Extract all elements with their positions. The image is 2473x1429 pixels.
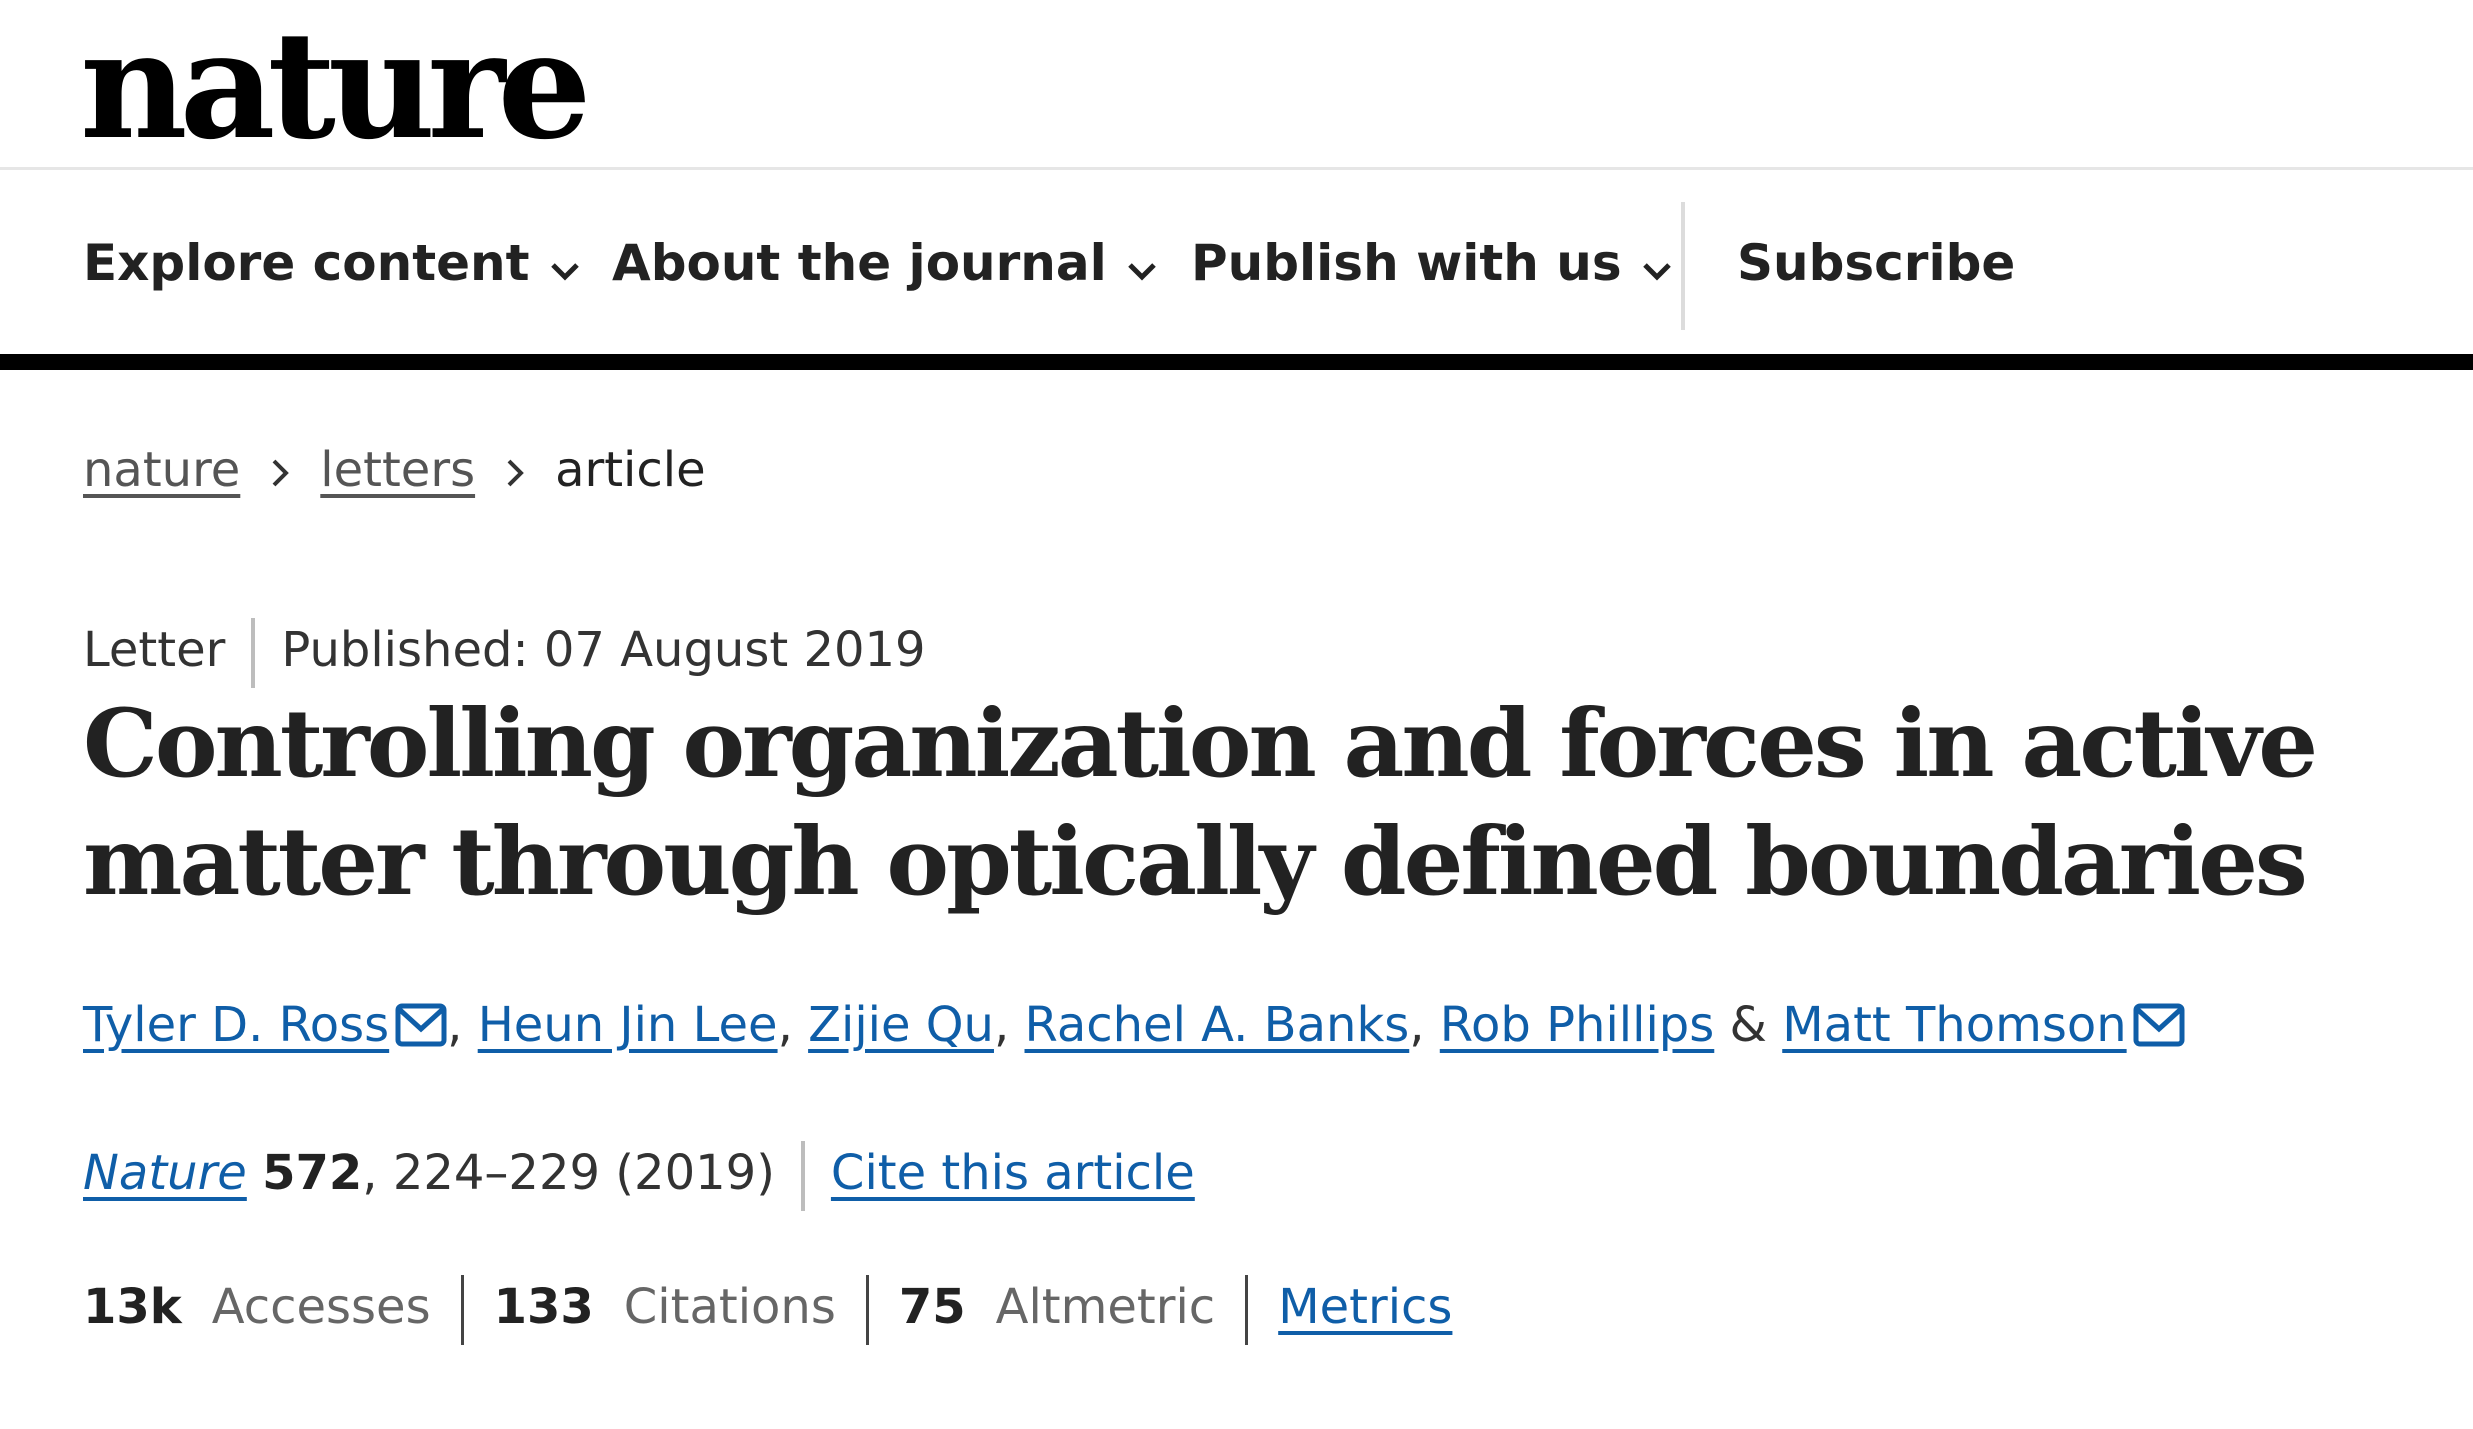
nature-logo[interactable]: nature (80, 0, 592, 170)
divider (251, 618, 256, 688)
accesses-count: 13k (83, 1279, 182, 1335)
separator: , (447, 997, 463, 1053)
nav-publish-with-us-label: Publish with us (1191, 234, 1622, 292)
breadcrumb-current: article (555, 442, 706, 498)
nav-publish-with-us[interactable]: Publish with us (1191, 172, 1672, 354)
breadcrumb: nature letters article (83, 430, 706, 510)
divider (865, 1275, 869, 1345)
nav-explore-content[interactable]: Explore content (83, 172, 580, 354)
citation-line: Nature 572, 224–229 (2019) Cite this arti… (83, 1133, 1195, 1213)
separator: , (1409, 997, 1425, 1053)
divider (800, 1141, 805, 1211)
nav-explore-content-label: Explore content (83, 234, 530, 292)
author-link[interactable]: Zijie Qu (808, 997, 994, 1053)
citations-count: 133 (493, 1279, 594, 1335)
nav-subscribe[interactable]: Subscribe (1737, 172, 2015, 354)
separator-ampersand: & (1729, 997, 1767, 1053)
breadcrumb-nature[interactable]: nature (83, 442, 240, 498)
article-title: Controlling organization and forces in a… (83, 689, 2318, 917)
main-nav: Explore content About the journal Publis… (0, 172, 2473, 370)
divider (1245, 1275, 1249, 1345)
journal-link[interactable]: Nature (83, 1145, 247, 1201)
author-link[interactable]: Rachel A. Banks (1025, 997, 1410, 1053)
citations-label: Citations (623, 1279, 836, 1335)
site-header: nature (0, 0, 2473, 170)
publish-date: Published: 07 August 2019 (281, 622, 926, 678)
chevron-down-icon (550, 173, 580, 355)
nav-divider (1681, 202, 1685, 330)
article-meta: Letter Published: 07 August 2019 (83, 610, 926, 690)
author-link[interactable]: Matt Thomson (1782, 997, 2126, 1053)
altmetric-label: Altmetric (995, 1279, 1216, 1335)
author-link[interactable]: Heun Jin Lee (478, 997, 778, 1053)
separator: , (993, 997, 1010, 1053)
separator: , (777, 997, 793, 1053)
divider (460, 1275, 464, 1345)
author-link[interactable]: Rob Phillips (1440, 997, 1714, 1053)
nav-about-journal-label: About the journal (612, 234, 1107, 292)
metrics-link[interactable]: Metrics (1278, 1279, 1452, 1335)
article-type: Letter (83, 622, 226, 678)
accesses-label: Accesses (211, 1279, 431, 1335)
author-link[interactable]: Tyler D. Ross (83, 997, 389, 1053)
metrics-bar: 13k Accesses 133 Citations 75 Altmetric Metric… (83, 1267, 1452, 1347)
author-list: Tyler D. Ross, Heun Jin Lee, Zijie Qu, R… (83, 985, 2185, 1065)
breadcrumb-letters[interactable]: letters (320, 442, 475, 498)
volume: 572 (262, 1145, 363, 1201)
chevron-right-icon (505, 433, 525, 513)
chevron-down-icon (1127, 173, 1157, 355)
chevron-down-icon (1642, 173, 1672, 355)
chevron-right-icon (270, 433, 290, 513)
nav-about-journal[interactable]: About the journal (612, 172, 1157, 354)
pages-year: , 224–229 (2019) (362, 1145, 775, 1201)
mail-icon[interactable] (395, 991, 447, 1071)
cite-this-article-link[interactable]: Cite this article (831, 1145, 1195, 1201)
mail-icon[interactable] (2133, 991, 2185, 1071)
altmetric-score: 75 (898, 1279, 966, 1335)
